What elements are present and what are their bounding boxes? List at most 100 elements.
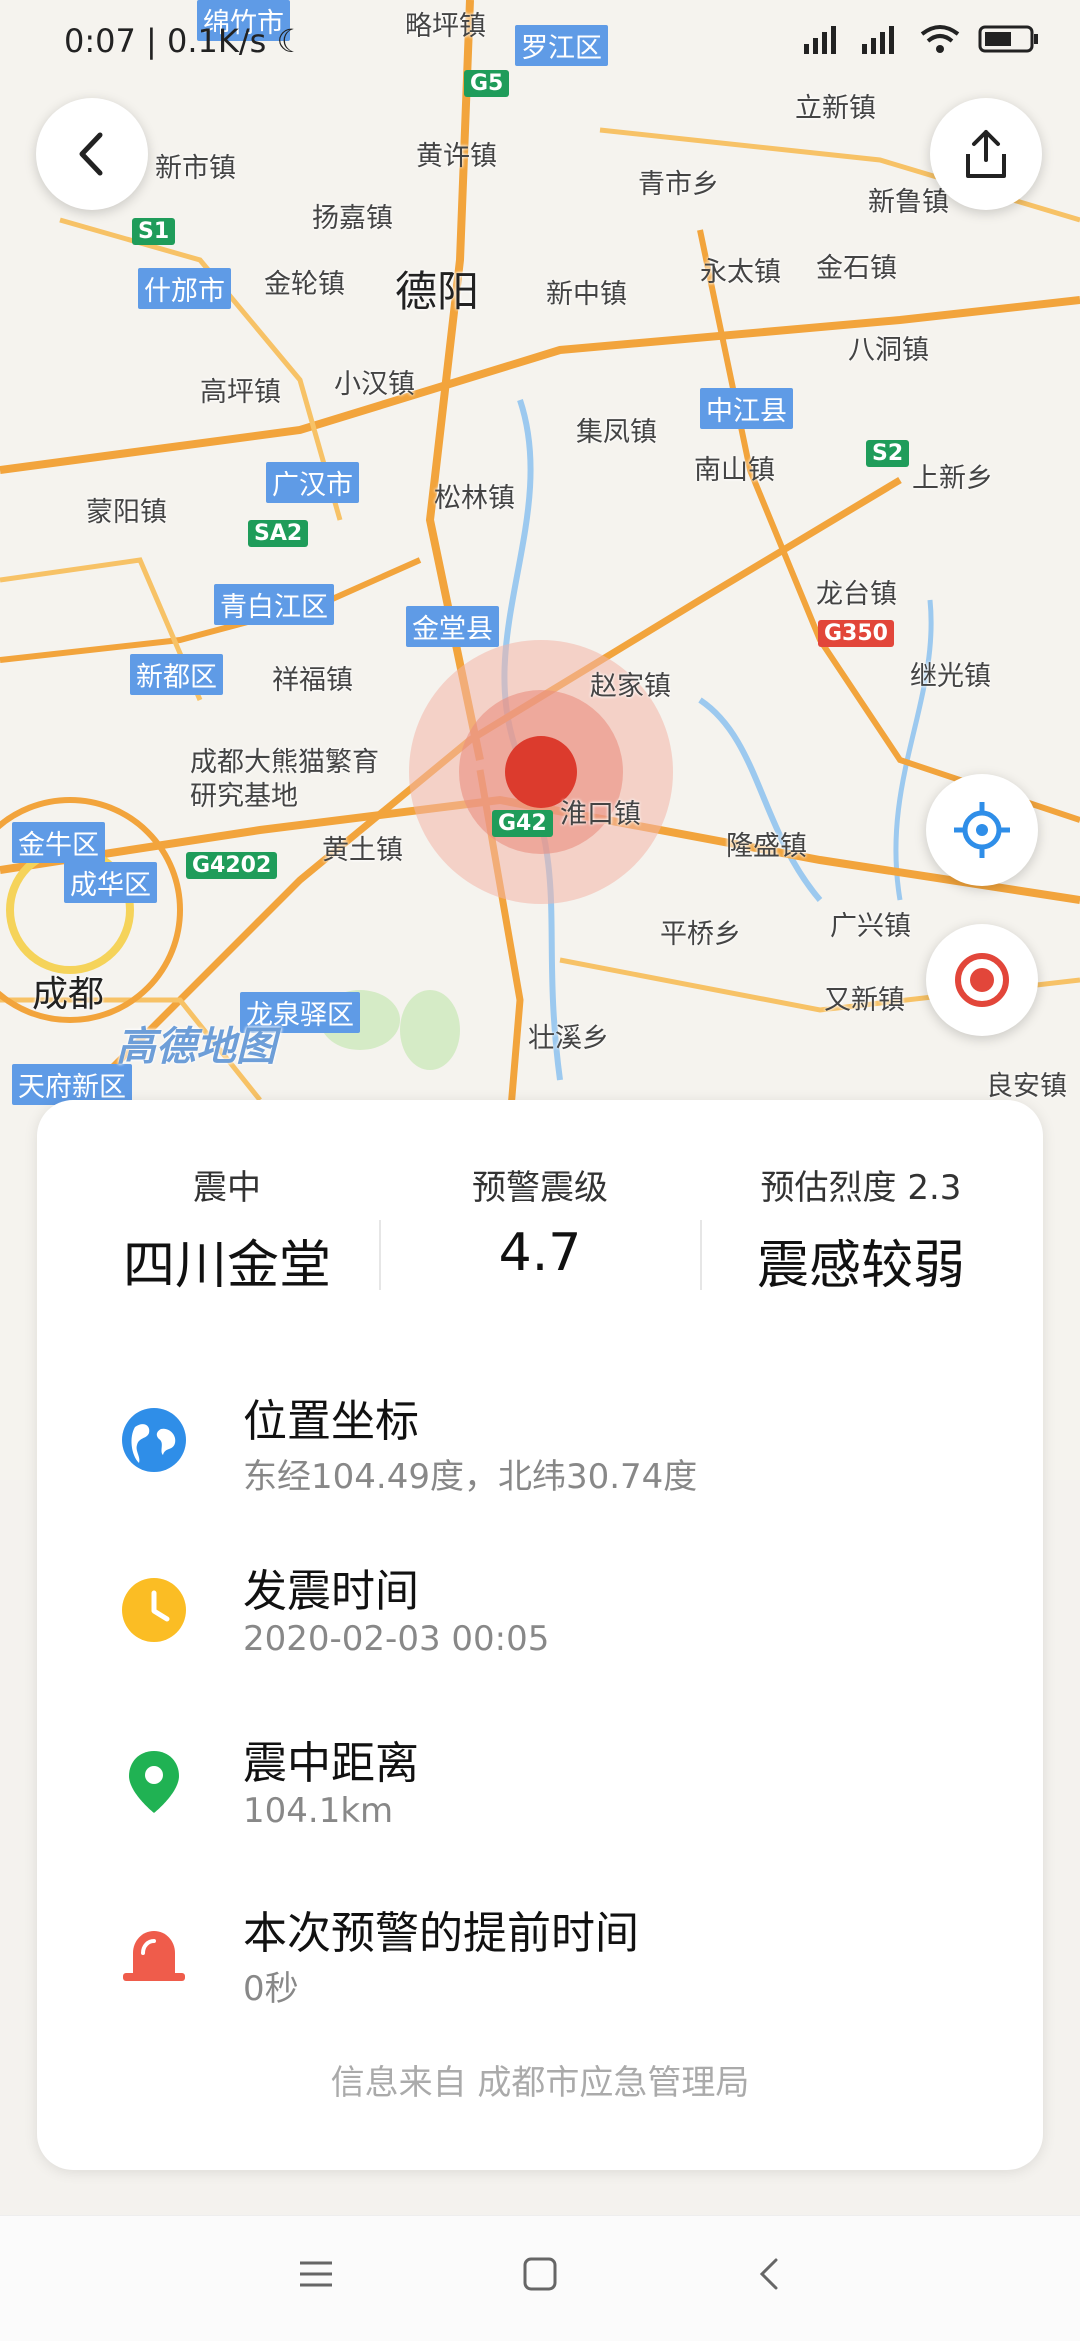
source-text: 信息来自 成都市应急管理局 [330,2063,750,2103]
item-subtitle: 0秒 [243,1969,299,2009]
location-pin-icon [129,1751,179,1813]
town-label: 新市镇 [155,153,236,184]
town-label: 平桥乡 [660,919,741,950]
road-shield: G42 [492,810,553,837]
magnitude-col: 预警震级 4.7 [380,1160,700,1283]
district-label: 新都区 [130,654,223,695]
back-button[interactable] [36,98,148,210]
target-icon [955,953,1009,1007]
road-shield: G4202 [186,852,278,879]
item-title: 发震时间 [243,1566,419,1617]
item-title: 震中距离 [243,1738,419,1789]
status-left: 0:07 | 0.1K/s ☾ [64,22,305,60]
town-label: 蒙阳镇 [86,497,167,528]
district-label: 天府新区 [12,1064,132,1105]
town-label: 扬嘉镇 [312,203,393,234]
city-label: 德阳 [395,267,480,316]
district-label: 什邡市 [138,268,231,309]
divider-icon: | [146,22,167,60]
town-label: 南山镇 [694,455,775,486]
city-label: 成都 [32,974,105,1015]
road-shield: G350 [818,620,894,647]
system-nav-bar [0,2215,1080,2341]
status-icons [804,24,1040,54]
coordinates-item: 位置坐标 东经104.49度，北纬30.74度 [37,1385,1043,1525]
intensity-label: 预估烈度 2.3 [701,1160,1021,1209]
share-icon [966,130,1006,178]
town-label: 八洞镇 [848,335,929,366]
summary-row: 震中 四川金堂 预警震级 4.7 预估烈度 2.3 震感较弱 [37,1160,1043,1310]
town-label: 壮溪乡 [528,1023,609,1054]
town-label: 赵家镇 [590,671,671,702]
town-label: 祥福镇 [272,665,353,696]
item-title: 位置坐标 [243,1396,419,1447]
town-label: 金轮镇 [264,269,345,300]
wifi-icon [920,25,960,53]
poi-label: 成都大熊猫繁育研究基地 [190,747,379,812]
town-label: 黄许镇 [416,141,497,172]
town-label: 永太镇 [700,257,781,288]
item-subtitle: 东经104.49度，北纬30.74度 [243,1457,698,1497]
town-label: 黄土镇 [322,835,403,866]
item-title: 本次预警的提前时间 [243,1908,639,1959]
map-watermark: 高德地图 [116,1024,276,1070]
intensity-col: 预估烈度 2.3 震感较弱 [701,1160,1021,1298]
town-label: 新鲁镇 [868,187,949,218]
clock-icon [122,1578,186,1642]
intensity-value: 震感较弱 [756,1236,965,1296]
lead-time-item: 本次预警的提前时间 0秒 [37,1897,1043,2037]
item-subtitle: 2020-02-03 00:05 [243,1619,550,1659]
locate-button[interactable] [926,774,1038,886]
item-subtitle: 104.1km [243,1791,394,1831]
network-speed: 0.1K/s [166,22,267,60]
epicenter-col: 震中 四川金堂 [67,1160,387,1298]
road-shield: S1 [132,218,176,245]
town-label: 松林镇 [434,483,515,514]
clock-text: 0:07 [64,22,136,60]
alarm-icon [123,1931,185,1981]
district-label: 中江县 [700,388,793,429]
district-label: 金堂县 [406,606,499,647]
intensity-label-text: 预估烈度 [760,1168,897,1208]
moon-icon: ☾ [276,22,306,60]
intensity-number: 2.3 [907,1168,962,1208]
signal-icon [804,26,836,54]
signal-icon [862,26,894,54]
town-label: 小汉镇 [334,369,415,400]
town-label: 龙台镇 [816,579,897,610]
town-label: 淮口镇 [560,799,641,830]
town-label: 金石镇 [816,253,897,284]
status-bar: 0:07 | 0.1K/s ☾ [0,0,1080,90]
town-label: 上新乡 [912,463,993,494]
crosshair-icon [954,802,1010,858]
home-icon[interactable] [522,2256,558,2292]
town-label: 又新镇 [824,985,905,1016]
epicenter-label: 震中 [193,1168,261,1208]
back-nav-icon[interactable] [752,2256,788,2292]
chevron-left-icon [79,132,103,176]
time-item: 发震时间 2020-02-03 00:05 [37,1555,1043,1695]
menu-icon[interactable] [298,2256,334,2292]
town-label: 隆盛镇 [726,831,807,862]
earthquake-info-card: 震中 四川金堂 预警震级 4.7 预估烈度 2.3 震感较弱 位置坐标 东经10… [37,1100,1043,2170]
globe-icon [122,1408,186,1472]
town-label: 高坪镇 [200,377,281,408]
district-label: 金牛区 [12,822,105,863]
magnitude-label: 预警震级 [472,1168,608,1208]
road-shield: SA2 [248,520,309,547]
share-button[interactable] [930,98,1042,210]
district-label: 青白江区 [214,584,334,625]
magnitude-value: 4.7 [498,1223,582,1283]
town-label: 青市乡 [638,169,719,200]
town-label: 新中镇 [546,279,627,310]
epicenter-button[interactable] [926,924,1038,1036]
town-label: 集凤镇 [576,417,657,448]
town-label: 继光镇 [910,661,991,692]
district-label: 广汉市 [266,462,359,503]
distance-item: 震中距离 104.1km [37,1727,1043,1867]
town-label: 广兴镇 [830,911,911,942]
town-label: 良安镇 [986,1071,1067,1102]
road-shield: S2 [866,440,910,467]
epicenter-value: 四川金堂 [122,1236,331,1296]
battery-icon [978,25,1038,53]
